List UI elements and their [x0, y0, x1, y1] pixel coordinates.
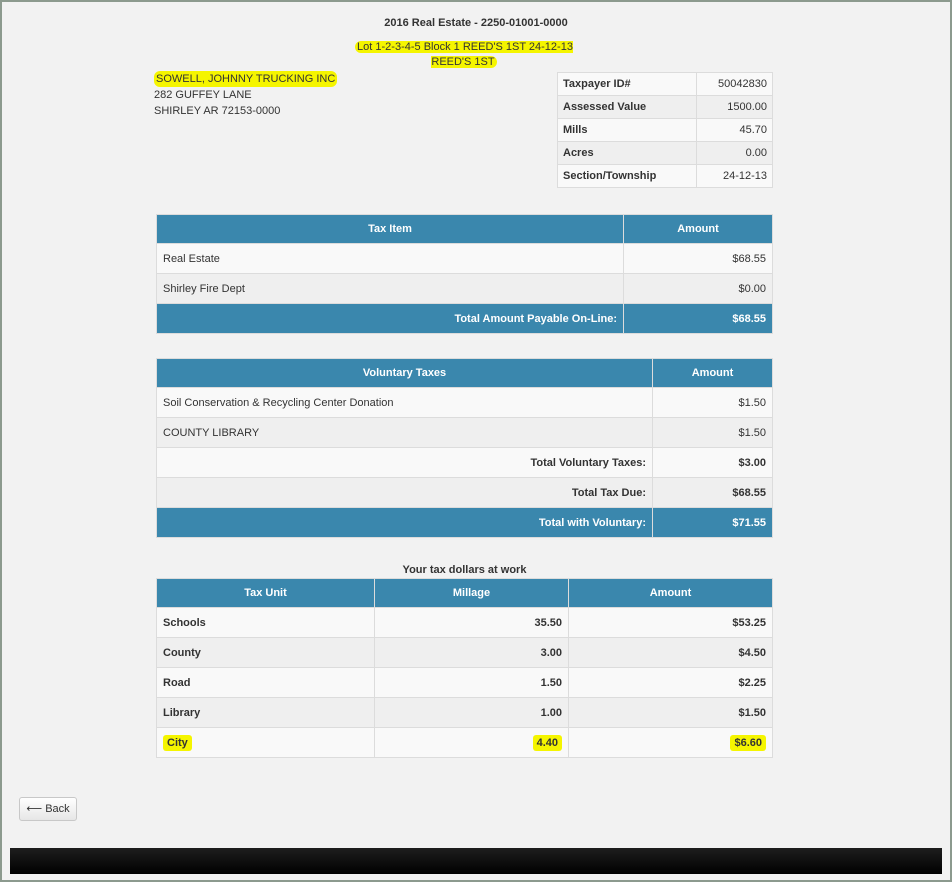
tax-unit: Library	[156, 697, 375, 728]
unit-amount: $53.25	[568, 607, 773, 638]
owner-city-state-zip: SHIRLEY AR 72153-0000	[154, 105, 281, 117]
tax-dollars-table: Tax Unit Millage Amount Schools 35.50 $5…	[156, 578, 773, 758]
property-row: Acres 0.00	[557, 141, 773, 165]
table-row: Real Estate $68.55	[156, 243, 773, 274]
unit-amount-cell: $6.60	[568, 727, 773, 758]
property-label: Acres	[557, 141, 697, 165]
property-row: Taxpayer ID# 50042830	[557, 72, 773, 96]
property-value: 45.70	[696, 118, 773, 142]
unit-amount: $4.50	[568, 637, 773, 668]
property-value: 0.00	[696, 141, 773, 165]
amount-header: Amount	[623, 214, 773, 244]
millage-cell: 4.40	[374, 727, 569, 758]
tax-item-amount: $68.55	[623, 243, 773, 274]
total-tax-due-label: Total Tax Due:	[156, 477, 653, 508]
voluntary-item-name: Soil Conservation & Recycling Center Don…	[156, 387, 653, 418]
total-payable-label: Total Amount Payable On-Line:	[156, 303, 624, 334]
property-info-table: Taxpayer ID# 50042830 Assessed Value 1500.…	[557, 72, 773, 188]
millage: 3.00	[374, 637, 569, 668]
property-row: Section/Township 24-12-13	[557, 164, 773, 188]
back-button-label: Back	[45, 803, 70, 815]
total-voluntary-label: Total Voluntary Taxes:	[156, 447, 653, 478]
tax-items-table: Tax Item Amount Real Estate $68.55 Shirl…	[156, 214, 773, 334]
total-with-voluntary-row: Total with Voluntary: $71.55	[156, 507, 773, 538]
table-row: Shirley Fire Dept $0.00	[156, 273, 773, 304]
legal-description: Lot 1-2-3-4-5 Block 1 REED'S 1ST 24-12-1…	[339, 40, 589, 70]
voluntary-taxes-header: Voluntary Taxes	[156, 358, 653, 388]
table-row: Soil Conservation & Recycling Center Don…	[156, 387, 773, 418]
tax-item-header: Tax Item	[156, 214, 624, 244]
tax-unit-cell: City	[156, 727, 375, 758]
legal-description-text: Lot 1-2-3-4-5 Block 1 REED'S 1ST 24-12-1…	[355, 41, 573, 68]
voluntary-taxes-table: Voluntary Taxes Amount Soil Conservation…	[156, 358, 773, 538]
table-row: County 3.00 $4.50	[156, 637, 773, 668]
table-row: Road 1.50 $2.25	[156, 667, 773, 698]
owner-street: 282 GUFFEY LANE	[154, 89, 252, 101]
millage: 35.50	[374, 607, 569, 638]
tax-unit: Schools	[156, 607, 375, 638]
millage: 4.40	[532, 734, 562, 751]
footer-bar	[10, 848, 942, 874]
tax-unit: City	[163, 734, 192, 751]
millage: 1.00	[374, 697, 569, 728]
property-value: 1500.00	[696, 95, 773, 119]
total-payable-value: $68.55	[623, 303, 773, 334]
tax-unit-header: Tax Unit	[156, 578, 375, 608]
total-voluntary-row: Total Voluntary Taxes: $3.00	[156, 447, 773, 478]
tax-unit: Road	[156, 667, 375, 698]
property-value: 50042830	[696, 72, 773, 96]
tax-unit: County	[156, 637, 375, 668]
unit-amount: $2.25	[568, 667, 773, 698]
property-label: Assessed Value	[557, 95, 697, 119]
millage-header: Millage	[374, 578, 569, 608]
unit-amount: $1.50	[568, 697, 773, 728]
property-label: Section/Township	[557, 164, 697, 188]
left-arrow-icon: ⟵	[26, 803, 43, 815]
tax-item-name: Shirley Fire Dept	[156, 273, 624, 304]
property-value: 24-12-13	[696, 164, 773, 188]
tax-statement-page: 2016 Real Estate - 2250-01001-0000 Lot 1…	[10, 4, 942, 846]
tax-item-amount: $0.00	[623, 273, 773, 304]
table-row: Schools 35.50 $53.25	[156, 607, 773, 638]
voluntary-item-name: COUNTY LIBRARY	[156, 417, 653, 448]
property-row: Assessed Value 1500.00	[557, 95, 773, 119]
property-row: Mills 45.70	[557, 118, 773, 142]
owner-name: SOWELL, JOHNNY TRUCKING INC	[154, 71, 338, 87]
voluntary-item-amount: $1.50	[652, 387, 773, 418]
total-with-voluntary-value: $71.55	[652, 507, 773, 538]
voluntary-item-amount: $1.50	[652, 417, 773, 448]
total-payable-row: Total Amount Payable On-Line: $68.55	[156, 303, 773, 334]
table-row: Library 1.00 $1.50	[156, 697, 773, 728]
property-label: Mills	[557, 118, 697, 142]
amount-header: Amount	[652, 358, 773, 388]
millage: 1.50	[374, 667, 569, 698]
back-button[interactable]: ⟵ Back	[19, 797, 77, 821]
page-title: 2016 Real Estate - 2250-01001-0000	[384, 17, 568, 29]
tax-dollars-title: Your tax dollars at work	[402, 564, 527, 576]
total-voluntary-value: $3.00	[652, 447, 773, 478]
total-tax-due-row: Total Tax Due: $68.55	[156, 477, 773, 508]
table-row: City 4.40 $6.60	[156, 727, 773, 758]
unit-amount: $6.60	[730, 734, 766, 751]
table-row: COUNTY LIBRARY $1.50	[156, 417, 773, 448]
total-with-voluntary-label: Total with Voluntary:	[156, 507, 653, 538]
total-tax-due-value: $68.55	[652, 477, 773, 508]
property-label: Taxpayer ID#	[557, 72, 697, 96]
tax-item-name: Real Estate	[156, 243, 624, 274]
owner-address: SOWELL, JOHNNY TRUCKING INC 282 GUFFEY L…	[154, 71, 338, 119]
amount-header: Amount	[568, 578, 773, 608]
